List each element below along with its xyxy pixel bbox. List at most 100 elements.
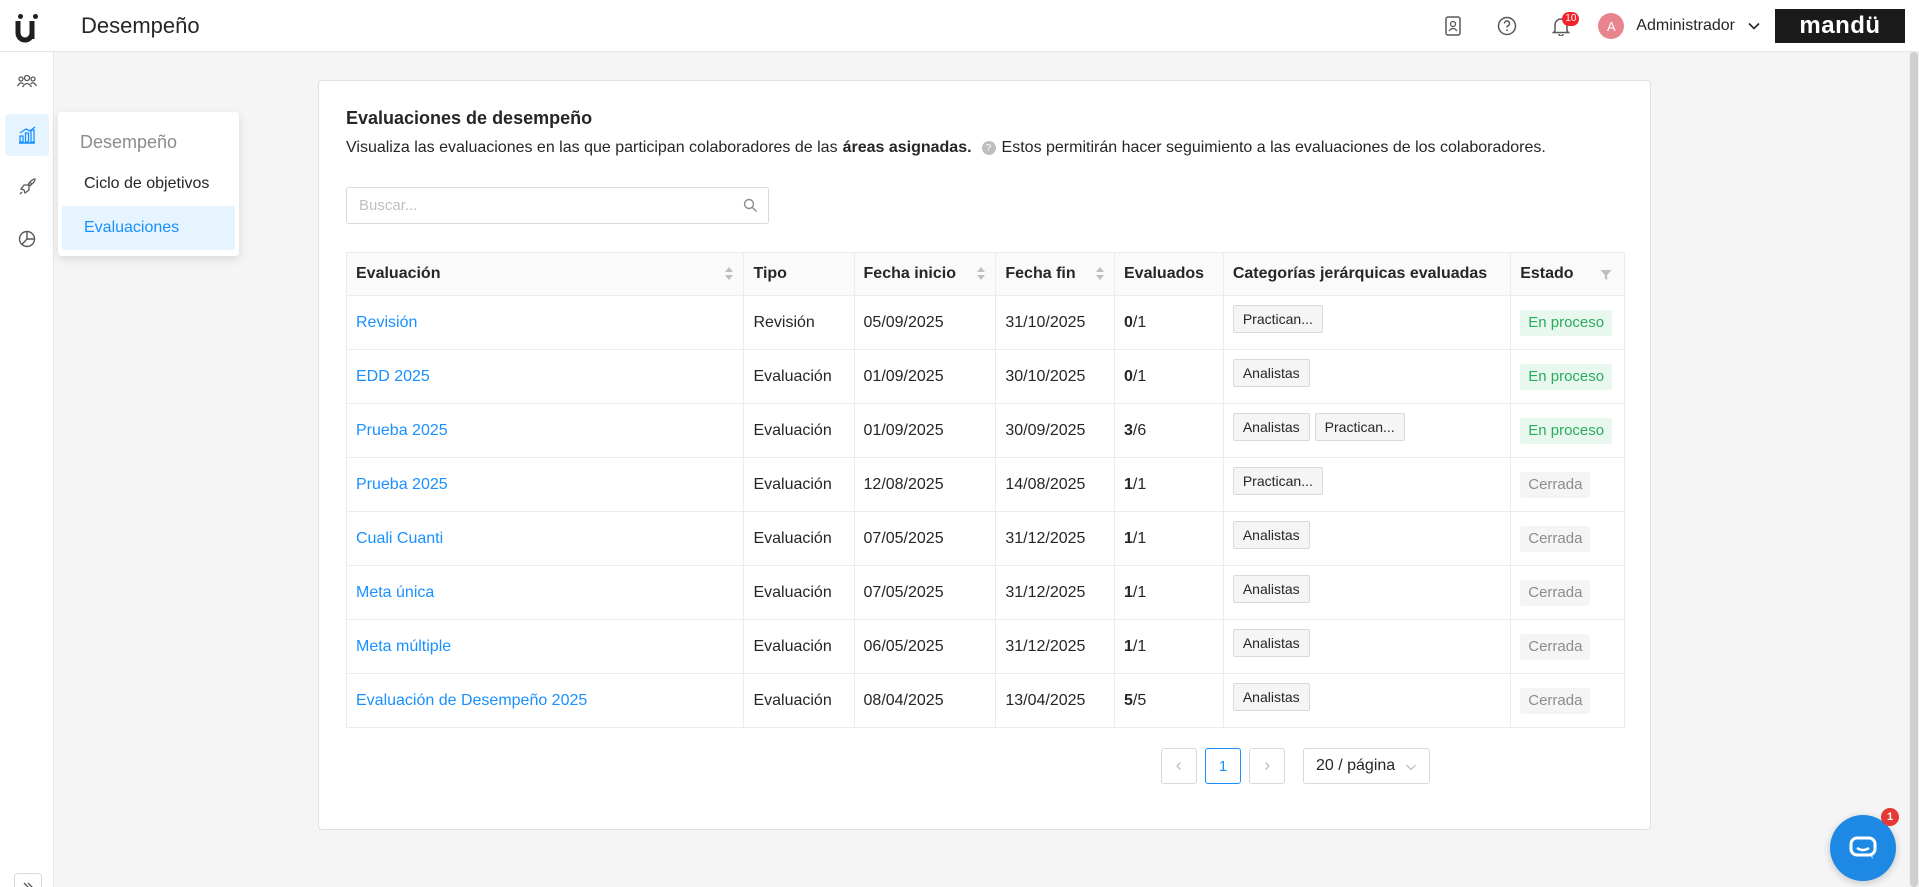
- user-menu[interactable]: A Administrador: [1598, 13, 1761, 39]
- category-tag: Analistas: [1232, 358, 1310, 387]
- page-size-select[interactable]: 20 / página: [1303, 748, 1430, 784]
- page-number-button[interactable]: 1: [1205, 748, 1241, 784]
- category-tag: Practican...: [1232, 304, 1323, 333]
- table-row[interactable]: Meta única Evaluación 07/05/2025 31/12/2025…: [345, 565, 1625, 620]
- filter-icon[interactable]: [1600, 269, 1612, 281]
- double-chevron-right-icon: [23, 882, 33, 887]
- evaluated-total: /5: [1132, 691, 1147, 709]
- evaluation-link[interactable]: Evaluación de Desempeño 2025: [356, 692, 587, 709]
- evaluated-done: 5: [1124, 691, 1133, 709]
- evaluated-total: /1: [1132, 583, 1147, 601]
- evaluation-link[interactable]: Meta múltiple: [356, 638, 451, 655]
- prev-page-button[interactable]: [1161, 748, 1197, 784]
- evaluated-done: 0: [1124, 313, 1133, 331]
- people-icon[interactable]: [5, 60, 49, 102]
- chevron-left-icon: [1176, 762, 1181, 770]
- search-input[interactable]: [347, 188, 727, 223]
- start-date: 01/09/2025: [863, 421, 944, 439]
- status-badge: Cerrada: [1520, 579, 1591, 606]
- column-header-evaluation[interactable]: Evaluación: [345, 252, 745, 296]
- evaluated-total: /6: [1132, 421, 1147, 439]
- start-date: 12/08/2025: [863, 475, 944, 493]
- page-size-value: 20 / página: [1316, 757, 1396, 774]
- evaluation-link[interactable]: Revisión: [356, 314, 417, 331]
- end-date: 30/09/2025: [1005, 421, 1086, 439]
- evaluation-type: Evaluación: [753, 475, 832, 493]
- rocket-icon[interactable]: [5, 166, 49, 208]
- submenu-item-evaluations[interactable]: Evaluaciones: [62, 206, 235, 250]
- table-row[interactable]: Cuali Cuanti Evaluación 07/05/2025 31/12/20…: [345, 511, 1625, 566]
- evaluation-type: Evaluación: [753, 367, 832, 385]
- column-header-status[interactable]: Estado: [1510, 252, 1625, 296]
- card-description: Visualiza las evaluaciones en las que pa…: [346, 139, 1546, 157]
- chevron-down-icon: [1406, 764, 1416, 771]
- status-badge: En proceso: [1520, 309, 1613, 336]
- status-badge: Cerrada: [1520, 471, 1591, 498]
- start-date: 01/09/2025: [863, 367, 944, 385]
- evaluated-total: /1: [1132, 313, 1147, 331]
- start-date: 05/09/2025: [863, 313, 944, 331]
- column-header-start-date[interactable]: Fecha inicio: [853, 252, 997, 296]
- evaluation-link[interactable]: Prueba 2025: [356, 476, 448, 493]
- chat-icon: [1849, 836, 1877, 859]
- end-date: 31/10/2025: [1005, 313, 1086, 331]
- next-page-button[interactable]: [1249, 748, 1285, 784]
- sort-icon[interactable]: [725, 267, 734, 282]
- evaluated-done: 1: [1124, 475, 1133, 493]
- table-row[interactable]: Meta múltiple Evaluación 06/05/2025 31/12/2…: [345, 619, 1625, 674]
- vertical-scrollbar[interactable]: [1909, 52, 1919, 887]
- start-date: 07/05/2025: [863, 583, 944, 601]
- expand-sidebar-button[interactable]: [14, 873, 42, 887]
- pagination: 1 20 / página: [1161, 748, 1430, 784]
- sort-icon[interactable]: [1096, 267, 1104, 282]
- page-title: Desempeño: [81, 13, 200, 38]
- submenu-item-objectives-cycle[interactable]: Ciclo de objetivos: [62, 162, 235, 206]
- evaluated-total: /1: [1132, 529, 1147, 547]
- column-header-end-date[interactable]: Fecha fin: [995, 252, 1115, 296]
- status-badge: Cerrada: [1520, 525, 1591, 552]
- evaluation-type: Revisión: [753, 313, 815, 331]
- evaluated-done: 0: [1124, 367, 1133, 385]
- help-icon[interactable]: ?: [981, 141, 996, 155]
- category-tag: Practican...: [1232, 466, 1323, 495]
- evaluation-type: Evaluación: [753, 421, 832, 439]
- start-date: 08/04/2025: [863, 691, 944, 709]
- chart-icon[interactable]: [5, 114, 49, 156]
- table-row[interactable]: Evaluación de Desempeño 2025 Evaluación 08…: [345, 673, 1625, 728]
- evaluations-table: Evaluación Tipo Fecha inicio Fecha fin E…: [345, 252, 1625, 728]
- table-header-row: Evaluación Tipo Fecha inicio Fecha fin E…: [345, 252, 1625, 296]
- evaluation-type: Evaluación: [753, 529, 832, 547]
- evaluation-type: Evaluación: [753, 691, 832, 709]
- end-date: 30/10/2025: [1005, 367, 1086, 385]
- evaluation-link[interactable]: Meta única: [356, 584, 434, 601]
- column-header-categories: Categorías jerárquicas evaluadas: [1222, 252, 1512, 296]
- category-tag: Analistas: [1232, 412, 1310, 441]
- table-row[interactable]: Revisión Revisión 05/09/2025 31/10/2025 0/1 P…: [345, 295, 1625, 350]
- brand-logo: mandü: [1775, 9, 1905, 43]
- evaluated-done: 1: [1124, 583, 1133, 601]
- help-icon[interactable]: [1480, 0, 1534, 52]
- evaluated-done: 1: [1124, 529, 1133, 547]
- card-title: Evaluaciones de desempeño: [346, 108, 593, 128]
- notification-bell-icon[interactable]: 10: [1534, 0, 1588, 52]
- chevron-down-icon: [1748, 22, 1760, 30]
- table-row[interactable]: Prueba 2025 Evaluación 01/09/2025 30/09/202…: [345, 403, 1625, 458]
- evaluation-link[interactable]: Cuali Cuanti: [356, 530, 443, 547]
- sort-icon[interactable]: [977, 267, 986, 282]
- evaluation-link[interactable]: EDD 2025: [356, 368, 430, 385]
- evaluated-total: /1: [1132, 475, 1147, 493]
- search-box: [346, 187, 769, 224]
- submenu-title: Desempeño: [80, 132, 178, 152]
- search-icon[interactable]: [743, 198, 758, 213]
- top-bar: Desempeño 10 A Administrador mandü: [0, 0, 1919, 52]
- category-tag: Analistas: [1232, 574, 1310, 603]
- evaluation-link[interactable]: Prueba 2025: [356, 422, 448, 439]
- table-row[interactable]: Prueba 2025 Evaluación 12/08/2025 14/08/202…: [345, 457, 1625, 512]
- evaluation-type: Evaluación: [753, 583, 832, 601]
- contact-book-icon[interactable]: [1426, 0, 1480, 52]
- app-logo[interactable]: [14, 8, 40, 44]
- notification-badge: 10: [1562, 12, 1580, 26]
- status-badge: Cerrada: [1520, 633, 1591, 660]
- table-row[interactable]: EDD 2025 Evaluación 01/09/2025 30/10/2025 0/…: [345, 349, 1625, 404]
- pie-chart-icon[interactable]: [5, 218, 49, 260]
